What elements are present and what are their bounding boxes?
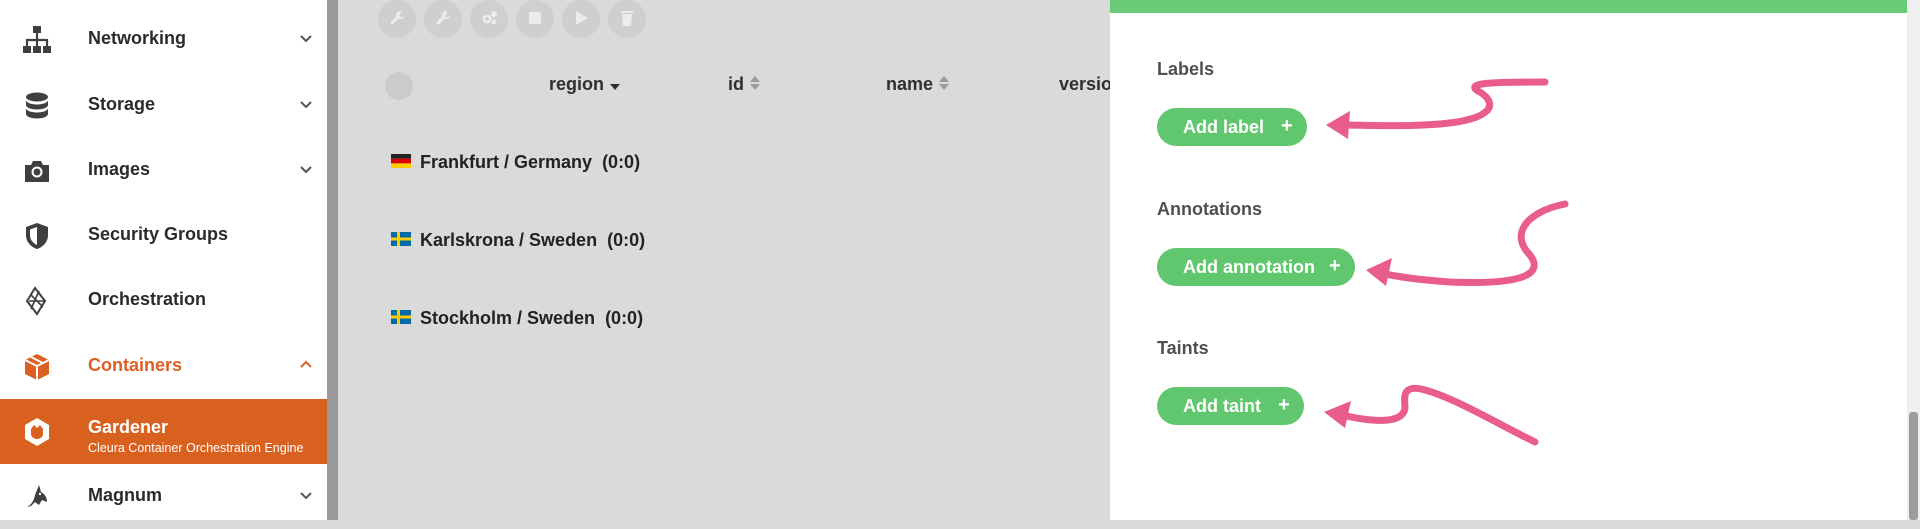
chevron-up-icon[interactable] [297, 356, 315, 374]
sidebar-item-label: Magnum [88, 485, 162, 505]
chevron-down-icon[interactable] [297, 95, 315, 113]
create-cluster-panel: Labels Add label + Annotations Add annot… [1110, 0, 1907, 520]
column-header-id[interactable]: id [728, 74, 760, 96]
network-icon [21, 24, 53, 56]
wrench-icon [390, 11, 404, 25]
panel-header-bar [1110, 0, 1907, 13]
orchestration-icon [21, 285, 53, 317]
column-header-name[interactable]: name [886, 74, 950, 96]
sidebar-item-magnum[interactable]: Magnum [0, 464, 327, 529]
add-annotation-button[interactable]: Add annotation + [1157, 248, 1355, 286]
sidebar-item-description: Cleura Container Orchestration Engine [88, 441, 304, 455]
column-header-region[interactable]: region [549, 74, 621, 96]
sidebar: Networking Storage Images Security Group… [0, 0, 327, 520]
stop-icon [529, 12, 541, 24]
sidebar-item-networking[interactable]: Networking [0, 7, 327, 72]
chevron-down-icon[interactable] [297, 29, 315, 47]
gardener-icon [21, 416, 53, 448]
section-title-annotations: Annotations [1157, 199, 1262, 219]
chevron-down-icon[interactable] [297, 486, 315, 504]
section-title-labels: Labels [1157, 59, 1215, 79]
shield-icon [21, 220, 53, 252]
sidebar-item-label: Orchestration [88, 289, 207, 309]
section-title-taints: Taints [1157, 338, 1209, 358]
region-count: (0:0) [607, 230, 646, 250]
shark-icon [21, 481, 53, 513]
plus-icon: + [1278, 394, 1290, 416]
play-icon [576, 11, 588, 25]
toolbar-button[interactable] [424, 0, 462, 38]
sidebar-item-gardener[interactable]: Gardener Cleura Container Orchestration … [0, 399, 327, 464]
sidebar-item-label: Networking [88, 28, 187, 48]
plus-icon: + [1281, 115, 1293, 137]
toolbar-button[interactable] [378, 0, 416, 38]
toolbar-button[interactable] [562, 0, 600, 38]
region-name: Frankfurt / Germany [420, 152, 593, 172]
gears-icon [482, 11, 497, 25]
column-header-version[interactable]: versio [1059, 74, 1112, 95]
region-name: Stockholm / Sweden [420, 308, 596, 328]
sort-icon [939, 75, 950, 96]
sweden-flag-icon [391, 232, 411, 247]
sidebar-item-storage[interactable]: Storage [0, 73, 327, 138]
chevron-down-icon[interactable] [297, 160, 315, 178]
region-count: (0:0) [602, 152, 641, 172]
plus-icon: + [1329, 255, 1341, 277]
camera-icon [21, 155, 53, 187]
region-group-row[interactable]: Frankfurt / Germany (0:0) [391, 152, 640, 173]
add-taint-button[interactable]: Add taint + [1157, 387, 1304, 425]
sidebar-scrollbar[interactable] [327, 0, 338, 520]
region-group-row[interactable]: Stockholm / Sweden (0:0) [391, 308, 643, 329]
sidebar-item-security-groups[interactable]: Security Groups [0, 203, 327, 268]
toolbar-button[interactable] [516, 0, 554, 38]
sort-desc-icon [610, 75, 621, 96]
germany-flag-icon [391, 154, 411, 169]
add-label-button[interactable]: Add label + [1157, 108, 1307, 146]
sidebar-item-images[interactable]: Images [0, 138, 327, 203]
region-group-row[interactable]: Karlskrona / Sweden (0:0) [391, 230, 645, 251]
wrench-icon [436, 11, 450, 25]
sidebar-item-label: Storage [88, 94, 156, 114]
sidebar-item-label: Security Groups [88, 224, 229, 244]
trash-icon [621, 11, 633, 26]
toolbar-button[interactable] [470, 0, 508, 38]
toolbar-button[interactable] [608, 0, 646, 38]
region-count: (0:0) [605, 308, 644, 328]
main-content: region id name versio Frankfurt / German… [338, 0, 1112, 520]
region-name: Karlskrona / Sweden [420, 230, 598, 250]
select-all-checkbox[interactable] [385, 72, 413, 100]
panel-scrollbar-thumb[interactable] [1909, 412, 1918, 520]
database-icon [21, 90, 53, 122]
sort-icon [750, 75, 760, 96]
sidebar-item-containers[interactable]: Containers [0, 334, 327, 399]
sidebar-item-label: Images [88, 159, 151, 179]
sidebar-item-label: Containers [88, 355, 183, 375]
sidebar-item-orchestration[interactable]: Orchestration [0, 268, 327, 333]
sweden-flag-icon [391, 310, 411, 325]
sidebar-item-label: Gardener [88, 417, 169, 437]
cube-icon [21, 351, 53, 383]
